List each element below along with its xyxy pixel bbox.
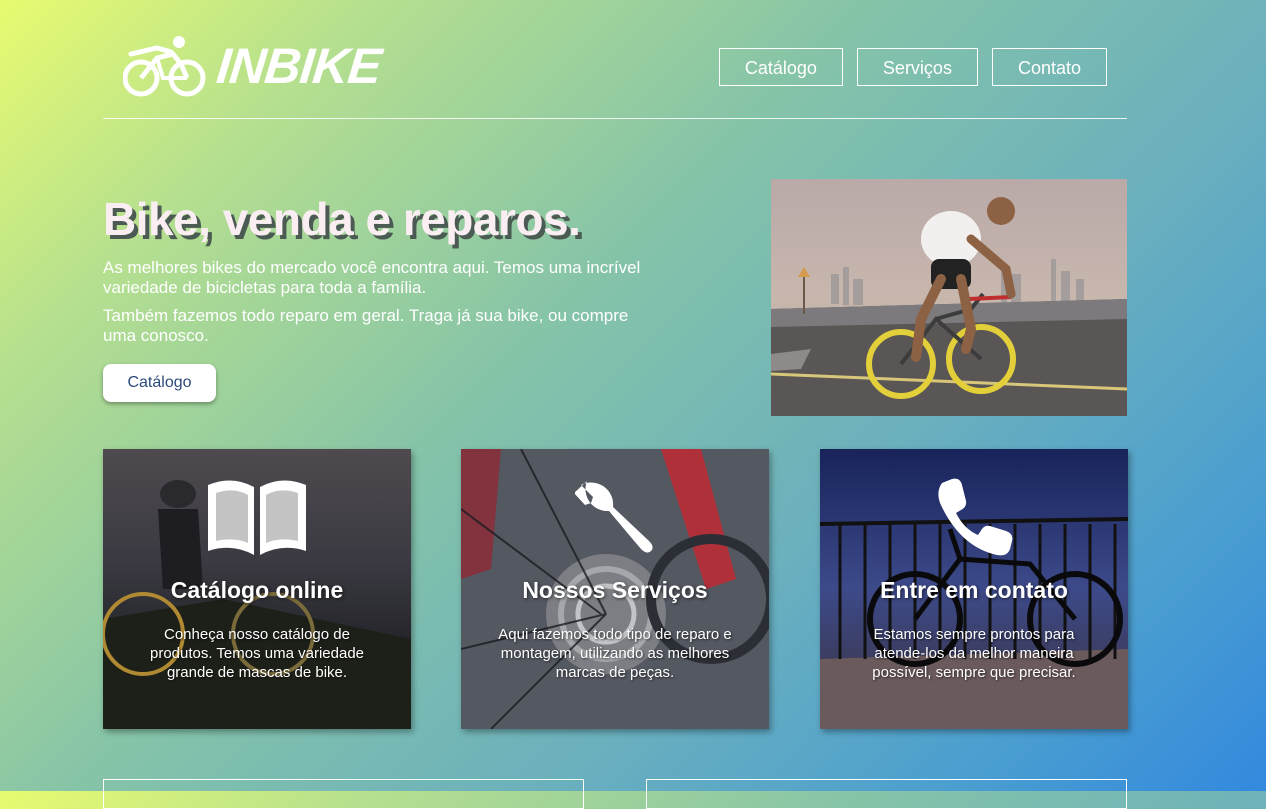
hero-paragraph-2: Também fazemos todo reparo em geral. Tra… bbox=[103, 306, 629, 345]
wrench-icon bbox=[575, 481, 653, 553]
phone-icon bbox=[938, 478, 1013, 556]
site-header: INBIKE Catálogo Serviços Contato bbox=[103, 0, 1127, 119]
cyclist-logo-icon bbox=[123, 36, 206, 97]
card-servicos[interactable]: Nossos Serviços Aqui fazemos todo tipo d… bbox=[461, 449, 769, 729]
hero-cyclist-image bbox=[771, 179, 1127, 416]
card-catalogo-title: Catálogo online bbox=[170, 577, 344, 603]
logo[interactable]: INBIKE bbox=[123, 34, 384, 98]
card-contato[interactable]: Entre em contato Estamos sempre prontos … bbox=[820, 449, 1128, 729]
hero-catalogo-button[interactable]: Catálogo bbox=[103, 364, 216, 402]
card-contato-text: Estamos sempre prontos para atende-los d… bbox=[872, 626, 1076, 681]
card-servicos-text: Aqui fazemos todo tipo de reparo e monta… bbox=[498, 626, 732, 681]
nav-servicos-button[interactable]: Serviços bbox=[856, 48, 978, 86]
book-icon bbox=[208, 480, 306, 555]
card-servicos-title: Nossos Serviços bbox=[522, 577, 708, 603]
hero-paragraph-1: As melhores bikes do mercado você encont… bbox=[103, 258, 641, 297]
card-catalogo[interactable]: Catálogo online Conheça nosso catálogo d… bbox=[103, 449, 411, 729]
nav-contato-button[interactable]: Contato bbox=[991, 48, 1107, 86]
main-nav: Catálogo Serviços Contato bbox=[718, 48, 1107, 86]
card-contato-title: Entre em contato bbox=[880, 577, 1068, 603]
card-catalogo-text: Conheça nosso catálogo de produtos. Temo… bbox=[149, 626, 364, 681]
bottom-section-left bbox=[103, 779, 584, 809]
hero-title: Bike, venda e reparos. bbox=[103, 193, 581, 245]
bottom-section-right bbox=[646, 779, 1127, 809]
nav-catalogo-button[interactable]: Catálogo bbox=[718, 48, 843, 86]
brand-name: INBIKE bbox=[214, 38, 384, 94]
